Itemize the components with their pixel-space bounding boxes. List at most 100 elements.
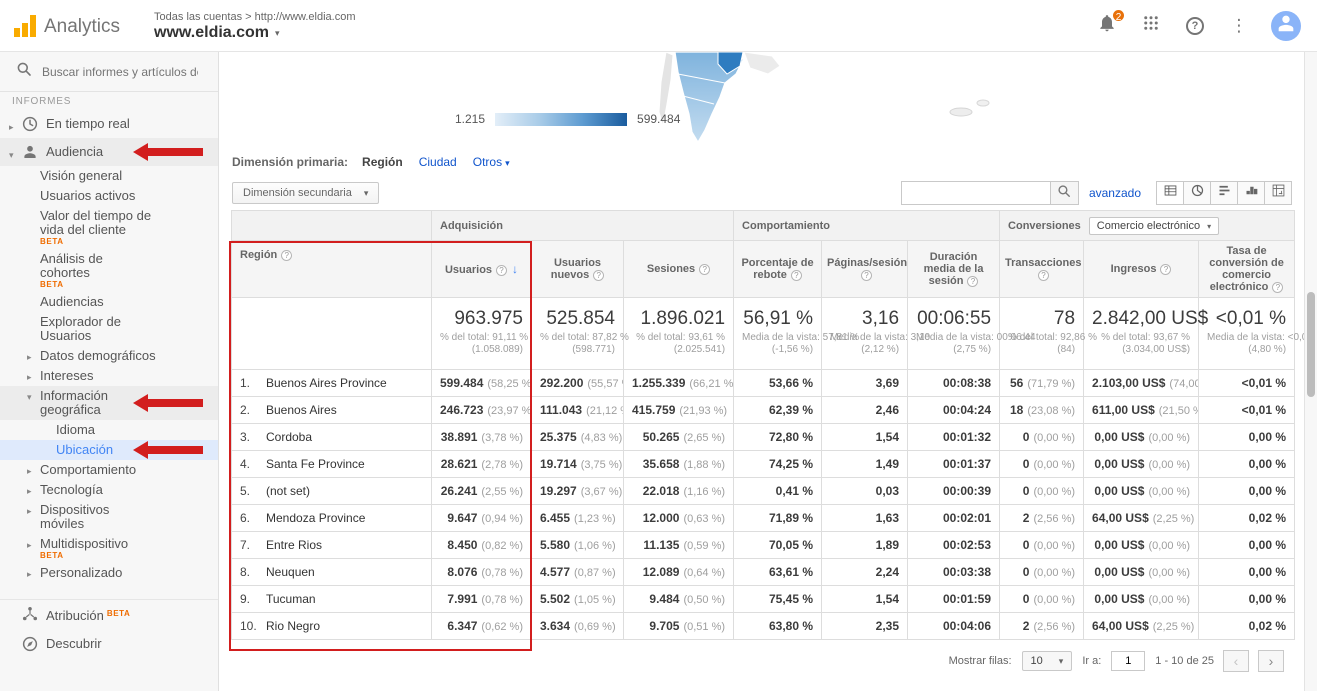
column-header-region[interactable]: Región?	[232, 241, 432, 298]
sidebar-item-audiencia[interactable]: ▾Audiencia	[0, 138, 218, 166]
rows-per-page-select[interactable]: 10 ▾	[1022, 651, 1073, 671]
sidebar-item-dispositivos-moviles[interactable]: ▸Dispositivos móviles	[0, 500, 218, 534]
notifications-button[interactable]: 2	[1095, 14, 1119, 38]
sidebar-item-analisis-de-cohortes[interactable]: Análisis de cohortesBETA	[0, 249, 218, 292]
secondary-dimension-button[interactable]: Dimensión secundaria ▾	[232, 182, 379, 204]
account-avatar[interactable]	[1271, 11, 1301, 41]
advanced-filter-link[interactable]: avanzado	[1089, 186, 1141, 200]
column-header-duracion-media-de-la-sesion[interactable]: Duración media de la sesión?	[908, 241, 1000, 298]
column-header-paginas-sesion[interactable]: Páginas/sesión?	[822, 241, 908, 298]
column-header-tasa-de-conversion-de-comercio-electronico[interactable]: Tasa de conversión de comercio electróni…	[1199, 241, 1295, 298]
sidebar-item-audiencias[interactable]: Audiencias	[0, 292, 218, 312]
column-header-transacciones[interactable]: Transacciones?	[1000, 241, 1084, 298]
region-link[interactable]: Neuquen	[266, 565, 315, 579]
dimension-region[interactable]: Región	[362, 155, 403, 169]
next-page-button[interactable]: ›	[1258, 650, 1284, 672]
clock-icon	[21, 115, 39, 133]
table-view-button[interactable]	[1156, 181, 1184, 205]
metric-cell: 1,49	[822, 451, 908, 478]
sidebar-item-ubicacion[interactable]: Ubicación	[0, 440, 218, 460]
dimension-ciudad[interactable]: Ciudad	[419, 155, 457, 169]
table-row: 9.Tucuman7.991(0,78 %)5.502(1,05 %)9.484…	[232, 586, 1295, 613]
metric-cell: 111.043(21,12 %)	[532, 397, 624, 424]
sidebar-search[interactable]	[0, 52, 218, 92]
help-button[interactable]: ?	[1183, 14, 1207, 38]
region-link[interactable]: Buenos Aires	[266, 403, 337, 417]
help-icon[interactable]: ?	[861, 270, 872, 281]
account-selector[interactable]: Todas las cuentas > http://www.eldia.com…	[154, 9, 355, 42]
sidebar-item-intereses[interactable]: ▸Intereses	[0, 366, 218, 386]
conversion-type-select[interactable]: Comercio electrónico ▾	[1089, 217, 1219, 235]
table-search-button[interactable]	[1051, 181, 1079, 205]
sidebar-item-comportamiento[interactable]: ▸Comportamiento	[0, 460, 218, 480]
help-icon[interactable]: ?	[496, 265, 507, 276]
region-link[interactable]: Cordoba	[266, 430, 312, 444]
metric-cell: 00:01:37	[908, 451, 1000, 478]
sidebar-item-idioma[interactable]: Idioma	[0, 420, 218, 440]
region-link[interactable]: Entre Rios	[266, 538, 322, 552]
pivot-view-button[interactable]	[1264, 181, 1292, 205]
help-icon[interactable]: ?	[593, 270, 604, 281]
metric-cell: 2,24	[822, 559, 908, 586]
help-icon[interactable]: ?	[967, 276, 978, 287]
scrollbar-thumb[interactable]	[1307, 292, 1315, 397]
region-link[interactable]: (not set)	[266, 484, 310, 498]
sidebar-item-informacion-geografica[interactable]: ▾Información geográfica	[0, 386, 218, 420]
sidebar-item-explorador-de-usuarios[interactable]: Explorador de Usuarios	[0, 312, 218, 346]
row-index: 6.	[240, 511, 266, 525]
dimension-otros[interactable]: Otros▾	[473, 155, 510, 169]
sidebar-item-label: Análisis de cohortes	[40, 251, 103, 280]
help-icon[interactable]: ?	[1160, 264, 1171, 275]
region-link[interactable]: Rio Negro	[266, 619, 320, 633]
help-icon[interactable]: ?	[1272, 282, 1283, 293]
percentage-view-button[interactable]	[1183, 181, 1211, 205]
help-icon[interactable]: ?	[791, 270, 802, 281]
comparison-view-button[interactable]	[1237, 181, 1265, 205]
sidebar-item-descubrir[interactable]: Descubrir	[0, 630, 218, 658]
sidebar-item-vision-general[interactable]: Visión general	[0, 166, 218, 186]
metric-cell: 71,89 %	[734, 505, 822, 532]
column-header-usuarios-nuevos[interactable]: Usuarios nuevos?	[532, 241, 624, 298]
beta-badge: BETA	[40, 237, 156, 246]
metric-cell: 18(23,08 %)	[1000, 397, 1084, 424]
sidebar-item-datos-demograficos[interactable]: ▸Datos demográficos	[0, 346, 218, 366]
help-icon[interactable]: ?	[1038, 270, 1049, 281]
performance-view-button[interactable]	[1210, 181, 1238, 205]
metric-cell: 00:04:24	[908, 397, 1000, 424]
sidebar-item-atribucion[interactable]: AtribuciónBETA	[0, 599, 218, 630]
apps-button[interactable]	[1139, 14, 1163, 38]
region-link[interactable]: Buenos Aires Province	[266, 376, 387, 390]
prev-page-button[interactable]: ‹	[1223, 650, 1249, 672]
help-icon[interactable]: ?	[699, 264, 710, 275]
sidebar-search-input[interactable]	[40, 64, 200, 80]
sidebar-item-multidispositivo[interactable]: ▸MultidispositivoBETA	[0, 534, 218, 563]
page-scrollbar[interactable]	[1304, 52, 1317, 691]
sidebar-item-en-tiempo-real[interactable]: ▸En tiempo real	[0, 110, 218, 138]
chevron-right-icon: ▸	[27, 504, 32, 518]
apps-grid-icon	[1142, 14, 1160, 37]
column-header-usuarios[interactable]: Usuarios?↓	[432, 241, 532, 298]
metric-cell: 0,00 US$(0,00 %)	[1084, 586, 1199, 613]
legend-gradient	[495, 113, 627, 126]
help-icon[interactable]: ?	[281, 250, 292, 261]
chevron-right-icon: ▸	[27, 484, 32, 498]
sidebar-item-usuarios-activos[interactable]: Usuarios activos	[0, 186, 218, 206]
table-row: 8.Neuquen8.076(0,78 %)4.577(0,87 %)12.08…	[232, 559, 1295, 586]
column-header-sesiones[interactable]: Sesiones?	[624, 241, 734, 298]
sidebar-item-personalizado[interactable]: ▸Personalizado	[0, 563, 218, 583]
column-header-porcentaje-de-rebote[interactable]: Porcentaje de rebote?	[734, 241, 822, 298]
sidebar-item-tecnologia[interactable]: ▸Tecnología	[0, 480, 218, 500]
goto-page-input[interactable]	[1111, 651, 1145, 671]
column-header-ingresos[interactable]: Ingresos?	[1084, 241, 1199, 298]
sidebar-item-valor-del-tiempo-de-vida-del-cliente[interactable]: Valor del tiempo de vida del clienteBETA	[0, 206, 218, 249]
bars-icon	[1217, 183, 1232, 203]
region-link[interactable]: Mendoza Province	[266, 511, 365, 525]
table-search-input[interactable]	[901, 181, 1051, 205]
analytics-logo[interactable]: Analytics	[14, 15, 120, 37]
metric-cell: 9.705(0,51 %)	[624, 613, 734, 640]
metric-cell: 1,89	[822, 532, 908, 559]
region-link[interactable]: Santa Fe Province	[266, 457, 365, 471]
sidebar-item-label: Visión general	[40, 168, 122, 183]
region-link[interactable]: Tucuman	[266, 592, 316, 606]
more-menu-button[interactable]: ⋮	[1227, 14, 1251, 38]
